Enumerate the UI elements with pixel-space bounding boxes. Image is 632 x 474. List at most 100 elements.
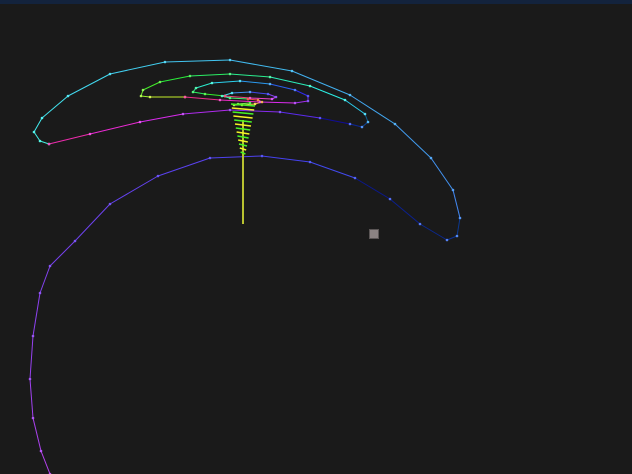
spiral-node[interactable] bbox=[318, 116, 322, 120]
spiral-node[interactable] bbox=[458, 216, 462, 220]
spiral-node[interactable] bbox=[108, 202, 112, 206]
spiral-node[interactable] bbox=[148, 95, 152, 99]
spiral-segment bbox=[109, 61, 166, 75]
spiral-node[interactable] bbox=[138, 120, 142, 124]
spiral-segment bbox=[139, 113, 184, 123]
spiral-node[interactable] bbox=[348, 122, 352, 126]
spiral-node[interactable] bbox=[28, 377, 32, 381]
spiral-node[interactable] bbox=[260, 154, 264, 158]
spiral-node[interactable] bbox=[139, 94, 143, 98]
spiral-node[interactable] bbox=[230, 91, 234, 95]
spiral-segment bbox=[39, 140, 50, 145]
anchor-handle[interactable] bbox=[369, 229, 379, 239]
spiral-node[interactable] bbox=[31, 416, 35, 420]
spiral-node[interactable] bbox=[194, 86, 198, 90]
spiral-node[interactable] bbox=[360, 125, 364, 129]
spiral-node[interactable] bbox=[266, 92, 270, 96]
spiral-node[interactable] bbox=[228, 58, 232, 62]
spiral-segment bbox=[142, 81, 161, 91]
spiral-node[interactable] bbox=[48, 264, 52, 268]
spiral-node[interactable] bbox=[293, 101, 297, 105]
spiral-node[interactable] bbox=[181, 112, 185, 116]
spiral-node[interactable] bbox=[248, 90, 252, 94]
spiral-node[interactable] bbox=[451, 188, 455, 192]
spiral-node[interactable] bbox=[270, 97, 274, 101]
spiral-node[interactable] bbox=[188, 74, 192, 78]
spiral-node[interactable] bbox=[445, 238, 449, 242]
spiral-curve-layer bbox=[29, 59, 461, 474]
spiral-node[interactable] bbox=[353, 176, 357, 180]
spiral-node[interactable] bbox=[246, 97, 250, 101]
spiral-node[interactable] bbox=[73, 239, 77, 243]
spiral-segment bbox=[74, 203, 111, 242]
spiral-node[interactable] bbox=[88, 132, 92, 136]
spiral-node[interactable] bbox=[228, 108, 232, 112]
spiral-node[interactable] bbox=[366, 120, 370, 124]
spiral-node[interactable] bbox=[228, 72, 232, 76]
spiral-segment bbox=[344, 99, 366, 115]
spiral-node[interactable] bbox=[274, 95, 278, 99]
spiral-node[interactable] bbox=[363, 112, 367, 116]
spiral-segment bbox=[195, 82, 213, 89]
spiral-node[interactable] bbox=[158, 80, 162, 84]
coil-segment bbox=[238, 139, 248, 143]
spiral-node[interactable] bbox=[306, 94, 310, 98]
spiral-segment bbox=[319, 117, 351, 125]
spiral-node[interactable] bbox=[191, 90, 195, 94]
spiral-node[interactable] bbox=[455, 234, 459, 238]
spiral-segment bbox=[40, 450, 51, 474]
spiral-node[interactable] bbox=[38, 139, 42, 143]
spiral-node[interactable] bbox=[278, 110, 282, 114]
spiral-node[interactable] bbox=[393, 122, 397, 126]
spiral-segment bbox=[249, 91, 269, 95]
spiral-node[interactable] bbox=[32, 130, 36, 134]
spiral-node[interactable] bbox=[268, 82, 272, 86]
coil-segment bbox=[234, 119, 252, 123]
spiral-segment bbox=[229, 73, 271, 78]
spiral-node[interactable] bbox=[293, 88, 297, 92]
spiral-node[interactable] bbox=[223, 94, 227, 98]
spiral-node[interactable] bbox=[141, 88, 145, 92]
spiral-node[interactable] bbox=[256, 98, 260, 102]
spiral-node[interactable] bbox=[38, 291, 42, 295]
spiral-node[interactable] bbox=[203, 92, 207, 96]
spiral-node[interactable] bbox=[39, 449, 43, 453]
spiral-node[interactable] bbox=[31, 334, 35, 338]
spiral-segment bbox=[394, 123, 432, 159]
spiral-segment bbox=[140, 95, 151, 98]
spiral-segment bbox=[249, 97, 273, 100]
spiral-node[interactable] bbox=[66, 94, 70, 98]
spiral-node[interactable] bbox=[238, 79, 242, 83]
spiral-node[interactable] bbox=[388, 197, 392, 201]
spiral-node[interactable] bbox=[163, 60, 167, 64]
spiral-node[interactable] bbox=[290, 69, 294, 73]
spiral-node[interactable] bbox=[228, 96, 232, 100]
spiral-node[interactable] bbox=[40, 116, 44, 120]
spiral-node[interactable] bbox=[218, 98, 222, 102]
spiral-node[interactable] bbox=[308, 84, 312, 88]
spiral-segment bbox=[354, 177, 391, 200]
spiral-node[interactable] bbox=[248, 101, 252, 105]
spiral-scene bbox=[28, 58, 462, 474]
spiral-node[interactable] bbox=[306, 99, 310, 103]
spiral-node[interactable] bbox=[183, 95, 187, 99]
spiral-node[interactable] bbox=[429, 156, 433, 160]
spiral-node[interactable] bbox=[108, 72, 112, 76]
spiral-node[interactable] bbox=[220, 94, 224, 98]
spiral-node[interactable] bbox=[260, 100, 264, 104]
spiral-segment bbox=[309, 161, 356, 179]
spiral-node[interactable] bbox=[253, 102, 257, 106]
spiral-node[interactable] bbox=[348, 93, 352, 97]
spiral-segment bbox=[419, 223, 448, 241]
spiral-node[interactable] bbox=[268, 75, 272, 79]
spiral-node[interactable] bbox=[156, 174, 160, 178]
spiral-node[interactable] bbox=[208, 156, 212, 160]
spiral-node[interactable] bbox=[308, 160, 312, 164]
spiral-node[interactable] bbox=[418, 222, 422, 226]
canvas-viewport[interactable] bbox=[0, 4, 632, 474]
spiral-segment bbox=[32, 292, 41, 337]
spiral-node[interactable] bbox=[210, 81, 214, 85]
spiral-node[interactable] bbox=[343, 98, 347, 102]
spiral-node[interactable] bbox=[47, 142, 51, 146]
coil-segment bbox=[234, 123, 252, 127]
